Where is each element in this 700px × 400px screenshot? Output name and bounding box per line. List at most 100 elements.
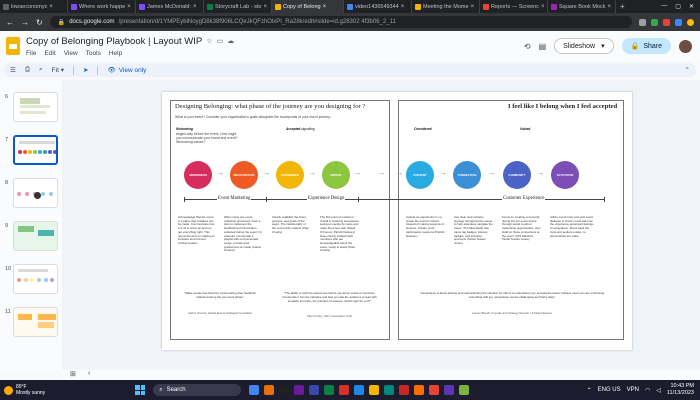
close-tab-icon[interactable]: × <box>401 4 405 10</box>
wifi-icon[interactable]: ◠ <box>645 387 650 394</box>
weather-widget[interactable]: 89°F Mostly sunny <box>4 384 45 397</box>
stage-circle: ACTIVATION <box>551 161 579 189</box>
timeline-tick <box>604 197 605 202</box>
taskbar-app-icon[interactable] <box>264 385 275 395</box>
taskbar-app-icon[interactable] <box>309 385 320 395</box>
star-outline-icon[interactable]: ☆ <box>206 37 212 45</box>
chevron-up-icon[interactable]: ⌃ <box>587 387 592 394</box>
extension-icon[interactable] <box>663 18 670 26</box>
slides-logo-icon[interactable] <box>6 37 20 55</box>
taskbar-search[interactable]: ⌕ Search <box>153 384 242 396</box>
back-arrow-icon[interactable]: ← <box>6 18 14 27</box>
taskbar-app-icon[interactable] <box>339 385 350 395</box>
taskbar-app-icon[interactable] <box>399 385 410 395</box>
flow-arrow-icon: → <box>354 170 361 177</box>
taskbar-app-icon[interactable] <box>279 385 290 395</box>
zoom-select[interactable]: Fit ▾ <box>52 66 64 74</box>
comment-icon[interactable]: ▤ <box>539 42 547 51</box>
taskbar-app-icon[interactable] <box>369 385 380 395</box>
browser-tab[interactable]: Meeting the Mome × <box>412 0 480 13</box>
slideshow-button[interactable]: Slideshow ▾ <box>554 38 614 54</box>
flow-arrow-icon: → <box>537 170 544 177</box>
lang-indicator[interactable]: ENG US <box>598 387 621 393</box>
taskbar-app-icon[interactable] <box>414 385 425 395</box>
slide-thumbnail[interactable] <box>13 135 58 165</box>
stage-circle: EXPERIENCE <box>276 161 304 189</box>
slide-thumbnail-row: 11 <box>2 307 60 339</box>
taskbar-app-icon[interactable] <box>324 385 335 395</box>
menu-help[interactable]: Help <box>109 50 122 57</box>
profile-icon[interactable] <box>687 18 694 26</box>
close-tab-icon[interactable]: × <box>607 4 611 10</box>
timeline-tick <box>358 197 359 202</box>
chevron-up-icon[interactable]: ⌃ <box>685 66 690 74</box>
close-tab-icon[interactable]: × <box>541 4 545 10</box>
browser-tab[interactable]: James McDonald: × <box>136 0 204 13</box>
new-tab-button[interactable]: + <box>616 2 629 11</box>
menu-tools[interactable]: Tools <box>86 50 101 57</box>
select-cursor-icon[interactable]: ➤ <box>83 66 88 74</box>
close-tab-icon[interactable]: × <box>193 4 197 10</box>
browser-tab[interactable]: Square Book Mock × <box>548 0 616 13</box>
taskbar-app-icon[interactable] <box>294 385 305 395</box>
left-second-quote: "The ability to craft the experience bef… <box>282 291 377 303</box>
close-tab-icon[interactable]: × <box>471 4 475 10</box>
share-button[interactable]: 🔒 Share <box>621 38 671 54</box>
history-icon[interactable]: ⟲ <box>524 42 531 51</box>
chevron-down-icon[interactable]: ▾ <box>601 42 605 50</box>
windows-start-icon[interactable] <box>135 385 146 395</box>
document-title[interactable]: Copy of Belonging Playbook | Layout WIP <box>26 36 202 47</box>
clock[interactable]: 10:43 PM 11/13/2023 <box>667 383 694 396</box>
toolbar-divider <box>97 65 99 75</box>
zoom-icon[interactable]: ⌕ <box>39 66 43 74</box>
extension-icon[interactable] <box>651 18 658 26</box>
left-first-quote: "Make people feel heard by incorporating… <box>184 291 256 299</box>
browser-tab[interactable]: Storycraft Lab - sto × <box>204 0 272 13</box>
slide-thumbnail-row: 6 <box>2 92 60 124</box>
search-menus-icon[interactable]: ☰ <box>10 66 16 74</box>
taskbar-app-icon[interactable] <box>444 385 455 395</box>
reload-icon[interactable]: ↻ <box>36 18 43 27</box>
close-window-icon[interactable]: ✕ <box>689 3 694 10</box>
volume-icon[interactable]: ◁ <box>656 387 661 394</box>
tab-favicon-icon <box>139 3 145 10</box>
browser-tab[interactable]: video1436549344 × <box>344 0 412 13</box>
close-tab-icon[interactable]: × <box>127 4 131 10</box>
slide-thumbnail[interactable] <box>13 178 58 208</box>
forward-arrow-icon[interactable]: → <box>21 18 29 27</box>
slide-thumbnail[interactable] <box>13 221 58 251</box>
url-field[interactable]: 🔒 docs.google.com/presentation/d/1YMPEyb… <box>49 16 632 28</box>
vpn-indicator[interactable]: VPN <box>627 387 639 393</box>
close-tab-icon[interactable]: × <box>323 4 327 10</box>
extension-icon[interactable] <box>675 18 682 26</box>
cloud-status-icon[interactable]: ☁ <box>227 37 234 45</box>
slide-thumbnail[interactable] <box>13 264 58 294</box>
minimize-icon[interactable]: — <box>661 3 667 10</box>
menu-view[interactable]: View <box>64 50 78 57</box>
windows-taskbar: 89°F Mostly sunny ⌕ Search ⌃ ENG US VPN ◠ … <box>0 380 700 400</box>
taskbar-app-icon[interactable] <box>429 385 440 395</box>
slide-thumbnail[interactable] <box>13 307 58 337</box>
browser-tab[interactable]: Reports — Screenc × <box>480 0 548 13</box>
taskbar-app-icon[interactable] <box>459 385 470 395</box>
thumbnail-dot <box>41 192 45 196</box>
move-folder-icon[interactable]: ▭ <box>217 37 224 45</box>
taskbar-app-icon[interactable] <box>384 385 395 395</box>
browser-tab[interactable]: Where work happe × <box>68 0 136 13</box>
taskbar-app-icon[interactable] <box>249 385 260 395</box>
grid-view-icon[interactable]: ⊞ <box>70 370 76 378</box>
star-icon[interactable] <box>639 18 646 26</box>
taskbar-app-icon[interactable] <box>354 385 365 395</box>
print-icon[interactable]: ⎙ <box>25 66 30 74</box>
maximize-icon[interactable]: ▢ <box>675 3 681 10</box>
collapse-panel-icon[interactable]: ‹ <box>88 370 90 377</box>
slide-thumbnail[interactable] <box>13 92 58 122</box>
view-only-mode[interactable]: 👁 View only <box>107 66 146 75</box>
avatar[interactable] <box>679 39 692 53</box>
browser-tab[interactable]: Copy of Belong × <box>272 0 344 13</box>
menu-file[interactable]: File <box>26 50 36 57</box>
menu-edit[interactable]: Edit <box>44 50 55 57</box>
close-tab-icon[interactable]: × <box>263 4 267 10</box>
close-tab-icon[interactable]: × <box>49 4 53 10</box>
browser-tab[interactable]: lowaeconomyc × <box>0 0 68 13</box>
